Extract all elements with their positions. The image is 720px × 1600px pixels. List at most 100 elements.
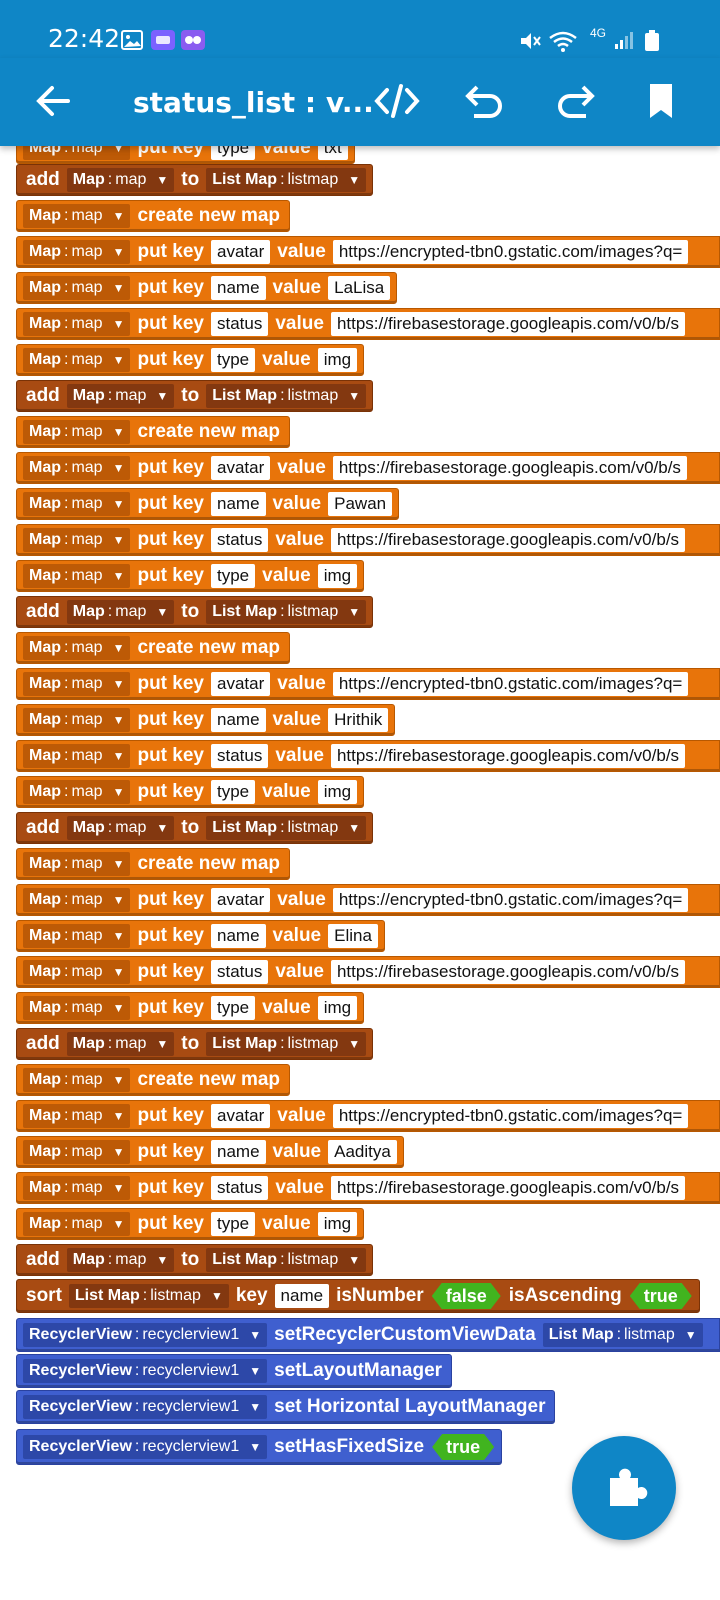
map-dropdown[interactable]: Map: map ▼ <box>66 384 175 408</box>
map-dropdown[interactable]: Map: map ▼ <box>23 1068 131 1092</box>
put-key-block[interactable]: Map: map ▼ put key name value Elina <box>16 920 385 952</box>
bookmark-icon[interactable] <box>636 76 686 126</box>
value-field[interactable]: https://encrypted-tbn0.gstatic.com/image… <box>332 1104 689 1128</box>
put-key-block[interactable]: Map: map ▼ put key status value https://fi… <box>16 1172 720 1204</box>
key-field[interactable]: name <box>211 708 266 732</box>
put-key-block[interactable]: Map: map ▼ put key type value img <box>16 560 365 592</box>
put-key-block[interactable]: Map: map ▼ put key type value img <box>16 1208 365 1240</box>
map-dropdown[interactable]: Map: map ▼ <box>23 708 131 732</box>
create-map-block[interactable]: Map: map ▼ create new map <box>16 200 291 232</box>
add-to-list-block[interactable]: add Map: map ▼ to List Map: listmap ▼ <box>16 596 374 628</box>
add-to-list-block[interactable]: add Map: map ▼ to List Map: listmap ▼ <box>16 380 374 412</box>
key-field[interactable]: name <box>211 1140 266 1164</box>
listmap-dropdown[interactable]: List Map: listmap ▼ <box>206 816 367 840</box>
value-field[interactable]: Pawan <box>328 492 393 516</box>
fixed-size-boolean[interactable]: true <box>432 1434 494 1460</box>
value-field[interactable]: Aaditya <box>328 1140 397 1164</box>
map-dropdown[interactable]: Map: map ▼ <box>23 672 131 696</box>
map-dropdown[interactable]: Map: map ▼ <box>23 1176 131 1200</box>
map-dropdown[interactable]: Map: map ▼ <box>23 1140 131 1164</box>
listmap-dropdown[interactable]: List Map: listmap ▼ <box>542 1323 703 1347</box>
put-key-block[interactable]: Map: map ▼ put key avatar value https://fi… <box>16 452 720 484</box>
map-dropdown[interactable]: Map: map ▼ <box>23 456 131 480</box>
map-dropdown[interactable]: Map: map ▼ <box>23 528 131 552</box>
map-dropdown[interactable]: Map: map ▼ <box>23 636 131 660</box>
add-to-list-block[interactable]: add Map: map ▼ to List Map: listmap ▼ <box>16 1028 374 1060</box>
map-dropdown[interactable]: Map: map ▼ <box>23 996 131 1020</box>
key-field[interactable]: type <box>211 780 256 804</box>
map-dropdown[interactable]: Map: map ▼ <box>66 816 175 840</box>
put-key-block[interactable]: Map: map ▼ put key type value img <box>16 344 365 376</box>
value-field[interactable]: https://encrypted-tbn0.gstatic.com/image… <box>332 888 689 912</box>
value-field[interactable]: https://firebasestorage.googleapis.com/v… <box>330 1176 686 1200</box>
key-field[interactable]: type <box>211 996 256 1020</box>
value-field[interactable]: img <box>317 1212 358 1236</box>
redo-icon[interactable] <box>550 76 600 126</box>
map-dropdown[interactable]: Map: map ▼ <box>23 744 131 768</box>
map-dropdown[interactable]: Map: map ▼ <box>23 852 131 876</box>
key-field[interactable]: type <box>211 1212 256 1236</box>
back-arrow-icon[interactable] <box>28 76 78 126</box>
map-dropdown[interactable]: Map: map ▼ <box>66 168 175 192</box>
key-field[interactable]: type <box>211 348 256 372</box>
map-dropdown[interactable]: Map: map ▼ <box>23 420 131 444</box>
map-dropdown[interactable]: Map: map ▼ <box>23 924 131 948</box>
recyclerview-dropdown[interactable]: RecyclerView: recyclerview1 ▼ <box>23 1435 268 1459</box>
put-key-block[interactable]: Map: map ▼ put key status value https://fi… <box>16 524 720 556</box>
listmap-dropdown[interactable]: List Map: listmap ▼ <box>68 1284 229 1308</box>
key-field[interactable]: avatar <box>211 672 271 696</box>
value-field[interactable]: https://firebasestorage.googleapis.com/v… <box>330 744 686 768</box>
value-field[interactable]: Hrithik <box>328 708 389 732</box>
value-field[interactable]: https://encrypted-tbn0.gstatic.com/image… <box>332 240 689 264</box>
value-field[interactable]: https://firebasestorage.googleapis.com/v… <box>330 960 686 984</box>
value-field[interactable]: img <box>317 564 358 588</box>
put-key-block[interactable]: Map: map ▼ put key avatar value https://en… <box>16 236 720 268</box>
put-key-block[interactable]: Map: map ▼ put key type value img <box>16 992 365 1024</box>
map-dropdown[interactable]: Map: map ▼ <box>66 600 175 624</box>
map-dropdown[interactable]: Map: map ▼ <box>23 276 131 300</box>
recyclerview-dropdown[interactable]: RecyclerView: recyclerview1 ▼ <box>23 1395 268 1419</box>
value-field[interactable]: img <box>317 780 358 804</box>
put-key-block[interactable]: Map: map ▼ put key avatar value https://en… <box>16 884 720 916</box>
map-dropdown[interactable]: Map: map ▼ <box>23 146 131 160</box>
key-field[interactable]: status <box>211 312 269 336</box>
map-dropdown[interactable]: Map: map ▼ <box>23 492 131 516</box>
key-field[interactable]: avatar <box>211 240 271 264</box>
add-to-list-block[interactable]: add Map: map ▼ to List Map: listmap ▼ <box>16 1244 374 1276</box>
put-key-block[interactable]: Map: map ▼ put key name value Aaditya <box>16 1136 404 1168</box>
listmap-dropdown[interactable]: List Map: listmap ▼ <box>206 1248 367 1272</box>
recyclerview-dropdown[interactable]: RecyclerView: recyclerview1 ▼ <box>23 1323 268 1347</box>
create-map-block[interactable]: Map: map ▼ create new map <box>16 416 291 448</box>
add-to-list-block[interactable]: add Map: map ▼ to List Map: listmap ▼ <box>16 164 374 196</box>
map-dropdown[interactable]: Map: map ▼ <box>66 1032 175 1056</box>
sort-list-block[interactable]: sort List Map: listmap ▼ key name isNumber… <box>16 1279 700 1313</box>
put-key-block[interactable]: Map: map ▼ put key name value Pawan <box>16 488 400 520</box>
map-dropdown[interactable]: Map: map ▼ <box>23 1104 131 1128</box>
value-field[interactable]: img <box>317 348 358 372</box>
put-key-block[interactable]: Map: map ▼ put key name value Hrithik <box>16 704 396 736</box>
code-icon[interactable] <box>372 76 422 126</box>
key-field[interactable]: status <box>211 960 269 984</box>
listmap-dropdown[interactable]: List Map: listmap ▼ <box>206 384 367 408</box>
map-dropdown[interactable]: Map: map ▼ <box>23 960 131 984</box>
key-field[interactable]: name <box>211 276 266 300</box>
block-canvas[interactable]: Map: map ▼ put key type value txt add Map:… <box>0 146 720 1600</box>
key-field[interactable]: avatar <box>211 888 271 912</box>
put-key-block[interactable]: Map: map ▼ put key status value https://fi… <box>16 740 720 772</box>
value-field[interactable]: img <box>317 996 358 1020</box>
key-field[interactable]: name <box>211 492 266 516</box>
set-horizontal-layout-block[interactable]: RecyclerView: recyclerview1 ▼ set Horizont… <box>16 1390 556 1424</box>
recyclerview-dropdown[interactable]: RecyclerView: recyclerview1 ▼ <box>23 1359 268 1383</box>
map-dropdown[interactable]: Map: map ▼ <box>23 240 131 264</box>
key-field[interactable]: avatar <box>211 456 271 480</box>
is-number-boolean[interactable]: false <box>432 1283 501 1309</box>
create-map-block[interactable]: Map: map ▼ create new map <box>16 632 291 664</box>
map-dropdown[interactable]: Map: map ▼ <box>23 888 131 912</box>
put-key-block[interactable]: Map: map ▼ put key status value https://fi… <box>16 956 720 988</box>
key-field[interactable]: type <box>211 146 256 160</box>
map-dropdown[interactable]: Map: map ▼ <box>23 312 131 336</box>
put-key-block[interactable]: Map: map ▼ put key name value LaLisa <box>16 272 398 304</box>
set-custom-view-data-block[interactable]: RecyclerView: recyclerview1 ▼ setRecyclerC… <box>16 1318 720 1352</box>
listmap-dropdown[interactable]: List Map: listmap ▼ <box>206 1032 367 1056</box>
map-dropdown[interactable]: Map: map ▼ <box>23 204 131 228</box>
